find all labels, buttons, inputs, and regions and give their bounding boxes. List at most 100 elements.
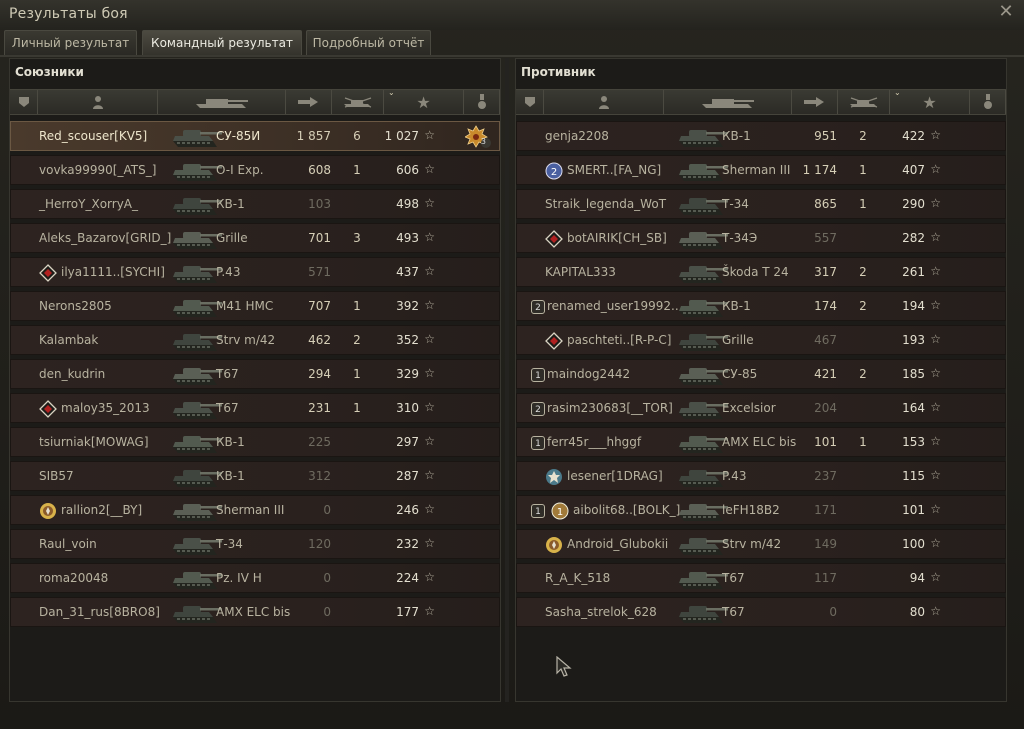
player-name[interactable]: Kalambak	[39, 333, 98, 347]
player-name[interactable]: KAPITAL333	[545, 265, 616, 279]
player-name[interactable]: Android_Glubokii	[567, 537, 668, 551]
tab-team[interactable]: Командный результат	[142, 30, 302, 55]
medal-icon	[983, 94, 992, 109]
player-name[interactable]: Red_scouser[KV5]	[39, 129, 147, 143]
player-name[interactable]: vovka99990[_ATS_]	[39, 163, 156, 177]
player-name[interactable]: ferr45r___hhggf	[547, 435, 641, 449]
player-row[interactable]: 2 renamed_user19992.. КВ-1 174 2 194 ☆	[516, 291, 1006, 321]
player-row[interactable]: maloy35_2013 T67 231 1 310 ☆	[10, 393, 500, 423]
vehicle-name: СУ-85	[722, 367, 758, 381]
player-row[interactable]: Red_scouser[KV5] СУ-85И 1 857 6 1 027 ☆ 3	[10, 121, 500, 151]
close-icon[interactable]: ✕	[997, 3, 1015, 21]
vehicle-name: O-I Exp.	[216, 163, 264, 177]
player-row[interactable]: 2 rasim230683[__TOR] Excelsior 204 164 ☆	[516, 393, 1006, 423]
sort-xp-star-icon[interactable]: ★ ⌄	[384, 88, 464, 114]
player-name[interactable]: SMERT..[FA_NG]	[567, 163, 661, 177]
sort-squad-icon[interactable]	[516, 90, 544, 114]
player-name[interactable]: maloy35_2013	[61, 401, 150, 415]
sort-player-icon[interactable]	[38, 90, 158, 114]
player-row[interactable]: roma20048 Pz. IV H 0 224 ☆	[10, 563, 500, 593]
xp-value: 101	[902, 503, 925, 517]
player-row[interactable]: rallion2[__BY] Sherman III 0 246 ☆	[10, 495, 500, 525]
player-name[interactable]: maindog2442	[547, 367, 630, 381]
sort-damage-icon[interactable]	[286, 90, 332, 114]
player-name[interactable]: ilya1111..[SYCHI]	[61, 265, 165, 279]
player-row[interactable]: _HerroY_XorryA_ КВ-1 103 498 ☆	[10, 189, 500, 219]
player-name[interactable]: Straik_legenda_WoT	[545, 197, 666, 211]
star-icon: ☆	[930, 502, 941, 516]
sort-kills-icon[interactable]	[332, 90, 384, 114]
player-row[interactable]: ilya1111..[SYCHI] P.43 571 437 ☆	[10, 257, 500, 287]
player-row[interactable]: R_A_K_518 T67 117 94 ☆	[516, 563, 1006, 593]
sort-squad-icon[interactable]	[10, 90, 38, 114]
kills-value: 2	[353, 333, 361, 347]
player-row[interactable]: Nerons2805 M41 HMC 707 1 392 ☆	[10, 291, 500, 321]
kills-value: 2	[859, 129, 867, 143]
enemies-header: ★ ⌄	[516, 88, 1006, 115]
player-name[interactable]: Dan_31_rus[8BRO8]	[39, 605, 160, 619]
player-name[interactable]: renamed_user19992..	[547, 299, 679, 313]
player-name[interactable]: SIB57	[39, 469, 74, 483]
player-row[interactable]: 1 maindog2442 СУ-85 421 2 185 ☆	[516, 359, 1006, 389]
vehicle-name: P.43	[216, 265, 241, 279]
player-name[interactable]: Raul_voin	[39, 537, 97, 551]
player-row[interactable]: 1 1 aibolit68..[BOLK_] leFH18B2 171 101 ☆	[516, 495, 1006, 525]
player-name[interactable]: den_kudrin	[39, 367, 105, 381]
kills-icon	[849, 97, 877, 108]
player-row[interactable]: den_kudrin T67 294 1 329 ☆	[10, 359, 500, 389]
player-name[interactable]: roma20048	[39, 571, 108, 585]
player-name[interactable]: Sasha_strelok_628	[545, 605, 657, 619]
player-name[interactable]: R_A_K_518	[545, 571, 610, 585]
player-row[interactable]: Aleks_Bazarov[GRID_] Grille 701 3 493 ☆	[10, 223, 500, 253]
damage-value: 1 857	[296, 129, 331, 143]
player-row[interactable]: Straik_legenda_WoT Т-34 865 1 290 ☆	[516, 189, 1006, 219]
player-row[interactable]: Kalambak Strv m/42 462 2 352 ☆	[10, 325, 500, 355]
sort-tank-icon[interactable]	[664, 90, 792, 114]
player-row[interactable]: Raul_voin Т-34 120 232 ☆	[10, 529, 500, 559]
player-row[interactable]: 1 ferr45r___hhggf AMX ELC bis 101 1 153 ☆	[516, 427, 1006, 457]
player-row[interactable]: tsiurniak[MOWAG] КВ-1 225 297 ☆	[10, 427, 500, 457]
player-icon	[598, 96, 609, 109]
player-row[interactable]: vovka99990[_ATS_] O-I Exp. 608 1 606 ☆	[10, 155, 500, 185]
tab-detailed[interactable]: Подробный отчёт	[306, 30, 431, 55]
squad-number-icon: 2	[531, 300, 545, 314]
vehicle-name: Škoda T 24	[722, 265, 789, 279]
player-name[interactable]: paschteti..[R-P-C]	[567, 333, 671, 347]
kills-value: 2	[859, 265, 867, 279]
damage-value: 421	[814, 367, 837, 381]
vehicle-icon	[679, 606, 728, 623]
tab-personal[interactable]: Личный результат	[4, 30, 137, 55]
player-name[interactable]: botAIRIK[CH_SB]	[567, 231, 667, 245]
damage-value: 608	[308, 163, 331, 177]
player-row[interactable]: lesener[1DRAG] P.43 237 115 ☆	[516, 461, 1006, 491]
player-row[interactable]: SIB57 КВ-1 312 287 ☆	[10, 461, 500, 491]
player-name[interactable]: genja2208	[545, 129, 609, 143]
player-row[interactable]: botAIRIK[CH_SB] Т-34Э 557 282 ☆	[516, 223, 1006, 253]
player-name[interactable]: Aleks_Bazarov[GRID_]	[39, 231, 171, 245]
player-name[interactable]: rallion2[__BY]	[61, 503, 142, 517]
player-row[interactable]: paschteti..[R-P-C] Grille 467 193 ☆	[516, 325, 1006, 355]
player-row[interactable]: 2 SMERT..[FA_NG] Sherman III 1 174 1 407 ☆	[516, 155, 1006, 185]
player-name[interactable]: _HerroY_XorryA_	[39, 197, 138, 211]
player-name[interactable]: rasim230683[__TOR]	[547, 401, 673, 415]
player-row[interactable]: genja2208 КВ-1 951 2 422 ☆	[516, 121, 1006, 151]
star-icon: ☆	[424, 468, 435, 482]
sort-medal-icon[interactable]	[970, 90, 1006, 114]
player-row[interactable]: Sasha_strelok_628 T67 0 80 ☆	[516, 597, 1006, 627]
vehicle-icon	[173, 266, 222, 283]
player-name[interactable]: Nerons2805	[39, 299, 112, 313]
sort-damage-icon[interactable]	[792, 90, 838, 114]
player-name[interactable]: lesener[1DRAG]	[567, 469, 663, 483]
damage-value: 204	[814, 401, 837, 415]
player-row[interactable]: Android_Glubokii Strv m/42 149 100 ☆	[516, 529, 1006, 559]
sort-tank-icon[interactable]	[158, 90, 286, 114]
player-row[interactable]: Dan_31_rus[8BRO8] AMX ELC bis 0 177 ☆	[10, 597, 500, 627]
sort-player-icon[interactable]	[544, 90, 664, 114]
player-name[interactable]: aibolit68..[BOLK_]	[573, 503, 680, 517]
sort-xp-star-icon[interactable]: ★ ⌄	[890, 88, 970, 114]
sort-medal-icon[interactable]	[464, 90, 500, 114]
sort-arrow-icon: ⌄	[894, 88, 901, 97]
player-row[interactable]: KAPITAL333 Škoda T 24 317 2 261 ☆	[516, 257, 1006, 287]
player-name[interactable]: tsiurniak[MOWAG]	[39, 435, 149, 449]
sort-kills-icon[interactable]	[838, 90, 890, 114]
